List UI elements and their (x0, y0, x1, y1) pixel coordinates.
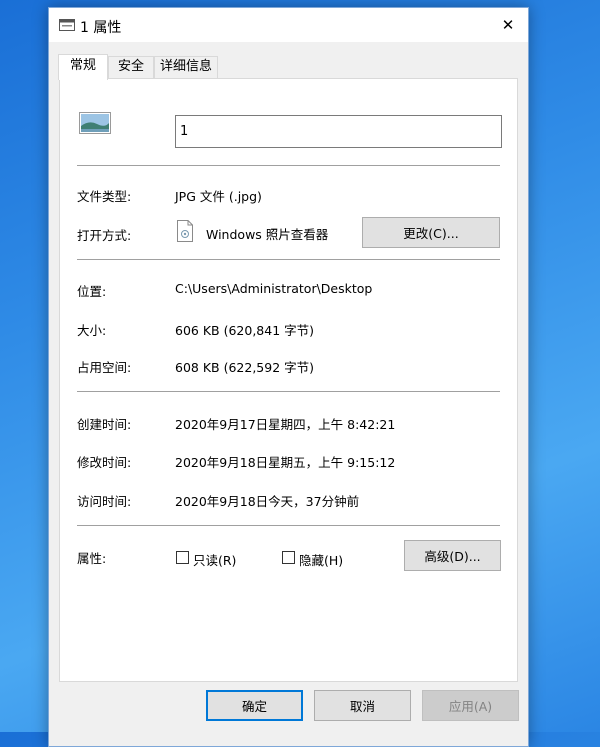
title-bar[interactable]: 1 属性 ✕ (49, 8, 528, 42)
properties-dialog: 1 属性 ✕ 常规 安全 详细信息 文件类型: JPG 文件 (.jpg) 打开… (48, 7, 529, 747)
file-type-value: JPG 文件 (.jpg) (175, 189, 262, 204)
hidden-checkbox[interactable] (282, 551, 295, 564)
modified-label: 修改时间: (77, 455, 132, 470)
file-type-label: 文件类型: (77, 189, 132, 204)
location-value: C:\Users\Administrator\Desktop (175, 281, 373, 296)
separator (77, 165, 500, 166)
disk-size-label: 占用空间: (77, 360, 132, 375)
open-with-app: Windows 照片查看器 (206, 227, 329, 242)
apply-button: 应用(A) (422, 690, 519, 721)
general-panel: 文件类型: JPG 文件 (.jpg) 打开方式: Windows 照片查看器 … (59, 78, 518, 682)
location-label: 位置: (77, 284, 107, 299)
separator (77, 525, 500, 526)
readonly-label: 只读(R) (193, 553, 237, 568)
accessed-value: 2020年9月18日今天，37分钟前 (175, 494, 360, 509)
attributes-label: 属性: (77, 551, 107, 566)
advanced-button[interactable]: 高级(D)... (404, 540, 501, 571)
separator (77, 259, 500, 260)
hidden-label: 隐藏(H) (299, 553, 344, 568)
close-icon: ✕ (501, 16, 515, 34)
window-title: 1 属性 (80, 20, 122, 36)
image-file-icon (79, 112, 111, 134)
properties-window-icon (59, 19, 75, 31)
created-label: 创建时间: (77, 417, 132, 432)
filename-input[interactable] (175, 115, 502, 148)
size-value: 606 KB (620,841 字节) (175, 323, 314, 338)
cancel-button[interactable]: 取消 (314, 690, 411, 721)
created-value: 2020年9月17日星期四，上午 8:42:21 (175, 417, 396, 432)
open-with-label: 打开方式: (77, 228, 132, 243)
disk-size-value: 608 KB (622,592 字节) (175, 360, 314, 375)
change-button[interactable]: 更改(C)... (362, 217, 500, 248)
accessed-label: 访问时间: (77, 494, 132, 509)
tab-general[interactable]: 常规 (58, 54, 108, 80)
separator (77, 391, 500, 392)
close-button[interactable]: ✕ (488, 8, 528, 42)
readonly-checkbox[interactable] (176, 551, 189, 564)
modified-value: 2020年9月18日星期五，上午 9:15:12 (175, 455, 396, 470)
size-label: 大小: (77, 323, 107, 338)
ok-button[interactable]: 确定 (206, 690, 303, 721)
photo-viewer-icon (177, 220, 193, 242)
tab-security[interactable]: 安全 (108, 56, 154, 78)
tab-details[interactable]: 详细信息 (154, 56, 218, 78)
